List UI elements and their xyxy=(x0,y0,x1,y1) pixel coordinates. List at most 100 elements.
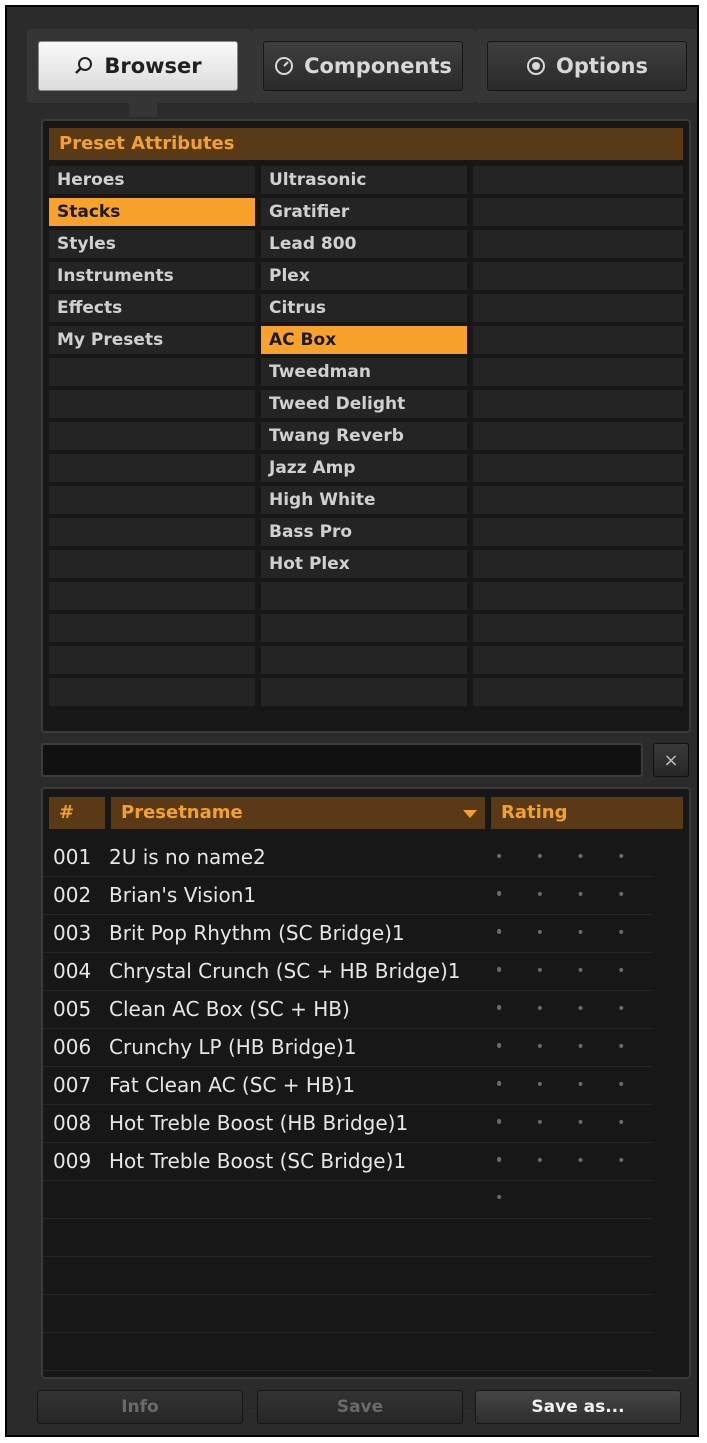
empty-cell xyxy=(261,678,467,706)
preset-name: Crunchy LP (HB Bridge)1 xyxy=(109,1035,357,1059)
category-item[interactable]: My Presets xyxy=(49,326,255,354)
empty-cell xyxy=(49,454,255,482)
column-header-presetname[interactable]: Presetname xyxy=(111,797,485,829)
empty-cell xyxy=(49,390,255,418)
preset-name: Clean AC Box (SC + HB) xyxy=(109,997,350,1021)
empty-cell xyxy=(473,582,683,610)
search-icon xyxy=(74,56,94,76)
empty-row xyxy=(43,1257,653,1295)
tab-components[interactable]: Components xyxy=(263,41,463,91)
tab-connector xyxy=(129,103,157,117)
empty-cell xyxy=(473,358,683,386)
table-row[interactable]: 004 Chrystal Crunch (SC + HB Bridge)1 • • … xyxy=(43,953,653,1016)
amp-item[interactable]: Citrus xyxy=(261,294,467,322)
app-window: Browser Components Options Preset Attrib… xyxy=(5,5,699,1437)
empty-cell xyxy=(473,646,683,674)
tab-bar: Browser Components Options xyxy=(27,29,697,103)
empty-cell xyxy=(473,422,683,450)
amp-item[interactable]: Tweed Delight xyxy=(261,390,467,418)
amp-column: Ultrasonic Gratifier Lead 800 Plex Citrus AC … xyxy=(261,166,467,710)
empty-cell xyxy=(473,326,683,354)
amp-item[interactable]: Hot Plex xyxy=(261,550,467,578)
empty-row xyxy=(43,1181,653,1219)
preset-number: 005 xyxy=(53,997,92,1021)
preset-number: 004 xyxy=(53,959,92,983)
preset-name: Brian's Vision1 xyxy=(109,883,257,907)
amp-item[interactable]: Lead 800 xyxy=(261,230,467,258)
category-item[interactable]: Heroes xyxy=(49,166,255,194)
empty-cell xyxy=(49,518,255,546)
preset-name: Hot Treble Boost (SC Bridge)1 xyxy=(109,1149,407,1173)
table-row[interactable]: 003 Brit Pop Rhythm (SC Bridge)1 • • • • • xyxy=(43,915,653,978)
empty-row xyxy=(43,1219,653,1257)
table-row[interactable]: 006 Crunchy LP (HB Bridge)1 • • • • • xyxy=(43,1029,653,1092)
preset-name: Brit Pop Rhythm (SC Bridge)1 xyxy=(109,921,405,945)
preset-name: Fat Clean AC (SC + HB)1 xyxy=(109,1073,356,1097)
search-input[interactable] xyxy=(41,743,643,777)
amp-item[interactable]: Twang Reverb xyxy=(261,422,467,450)
empty-cell xyxy=(261,614,467,642)
preset-rows: 001 2U is no name2 • • • • • 002 Brian's Vis… xyxy=(43,839,653,1409)
preset-attributes-panel: Preset Attributes Heroes Stacks Styles Inst… xyxy=(41,119,691,733)
preset-number: 006 xyxy=(53,1035,92,1059)
table-row[interactable]: 005 Clean AC Box (SC + HB) • • • • • xyxy=(43,991,653,1054)
preset-name: 2U is no name2 xyxy=(109,845,266,869)
table-row[interactable]: 009 Hot Treble Boost (SC Bridge)1 • • • • … xyxy=(43,1143,653,1206)
info-button[interactable]: Info xyxy=(37,1390,243,1424)
amp-item[interactable]: Tweedman xyxy=(261,358,467,386)
amp-item[interactable]: High White xyxy=(261,486,467,514)
preset-number: 001 xyxy=(53,845,92,869)
sub-column xyxy=(473,166,683,710)
save-button[interactable]: Save xyxy=(257,1390,463,1424)
column-header-presetname-label: Presetname xyxy=(121,802,243,823)
amp-item[interactable]: Bass Pro xyxy=(261,518,467,546)
preset-name: Chrystal Crunch (SC + HB Bridge)1 xyxy=(109,959,461,983)
sort-descending-icon xyxy=(463,810,477,818)
empty-cell xyxy=(261,646,467,674)
table-row[interactable]: 001 2U is no name2 • • • • • xyxy=(43,839,653,902)
category-item[interactable]: Effects xyxy=(49,294,255,322)
close-icon: × xyxy=(663,749,679,771)
empty-row xyxy=(43,1295,653,1333)
preset-number: 007 xyxy=(53,1073,92,1097)
empty-cell xyxy=(473,486,683,514)
save-as-button[interactable]: Save as... xyxy=(475,1390,681,1424)
empty-cell xyxy=(473,262,683,290)
radio-icon xyxy=(526,56,546,76)
tab-browser[interactable]: Browser xyxy=(38,41,238,91)
preset-number: 003 xyxy=(53,921,92,945)
empty-cell xyxy=(473,614,683,642)
empty-row xyxy=(43,1333,653,1371)
amp-item[interactable]: Plex xyxy=(261,262,467,290)
tab-options[interactable]: Options xyxy=(487,41,687,91)
empty-cell xyxy=(261,582,467,610)
empty-cell xyxy=(473,518,683,546)
column-header-rating[interactable]: Rating xyxy=(491,797,683,829)
category-column: Heroes Stacks Styles Instruments Effects My P… xyxy=(49,166,255,710)
preset-attributes-header: Preset Attributes xyxy=(49,128,683,160)
tab-browser-label: Browser xyxy=(104,54,202,78)
category-item[interactable]: Instruments xyxy=(49,262,255,290)
empty-cell xyxy=(49,614,255,642)
empty-cell xyxy=(49,646,255,674)
preset-number: 002 xyxy=(53,883,92,907)
empty-cell xyxy=(49,550,255,578)
preset-number: 008 xyxy=(53,1111,92,1135)
table-row[interactable]: 007 Fat Clean AC (SC + HB)1 • • • • • xyxy=(43,1067,653,1130)
empty-cell xyxy=(49,678,255,706)
tab-options-label: Options xyxy=(556,54,648,78)
empty-cell xyxy=(49,358,255,386)
amp-item[interactable]: Jazz Amp xyxy=(261,454,467,482)
empty-cell xyxy=(49,422,255,450)
empty-cell xyxy=(473,550,683,578)
category-item[interactable]: Styles xyxy=(49,230,255,258)
table-row[interactable]: 002 Brian's Vision1 • • • • • xyxy=(43,877,653,940)
category-item[interactable]: Stacks xyxy=(49,198,255,226)
clear-search-button[interactable]: × xyxy=(653,743,689,777)
amp-item[interactable]: Gratifier xyxy=(261,198,467,226)
amp-item[interactable]: AC Box xyxy=(261,326,467,354)
amp-item[interactable]: Ultrasonic xyxy=(261,166,467,194)
table-row[interactable]: 008 Hot Treble Boost (HB Bridge)1 • • • • … xyxy=(43,1105,653,1168)
empty-cell xyxy=(49,486,255,514)
column-header-number[interactable]: # xyxy=(49,797,105,829)
